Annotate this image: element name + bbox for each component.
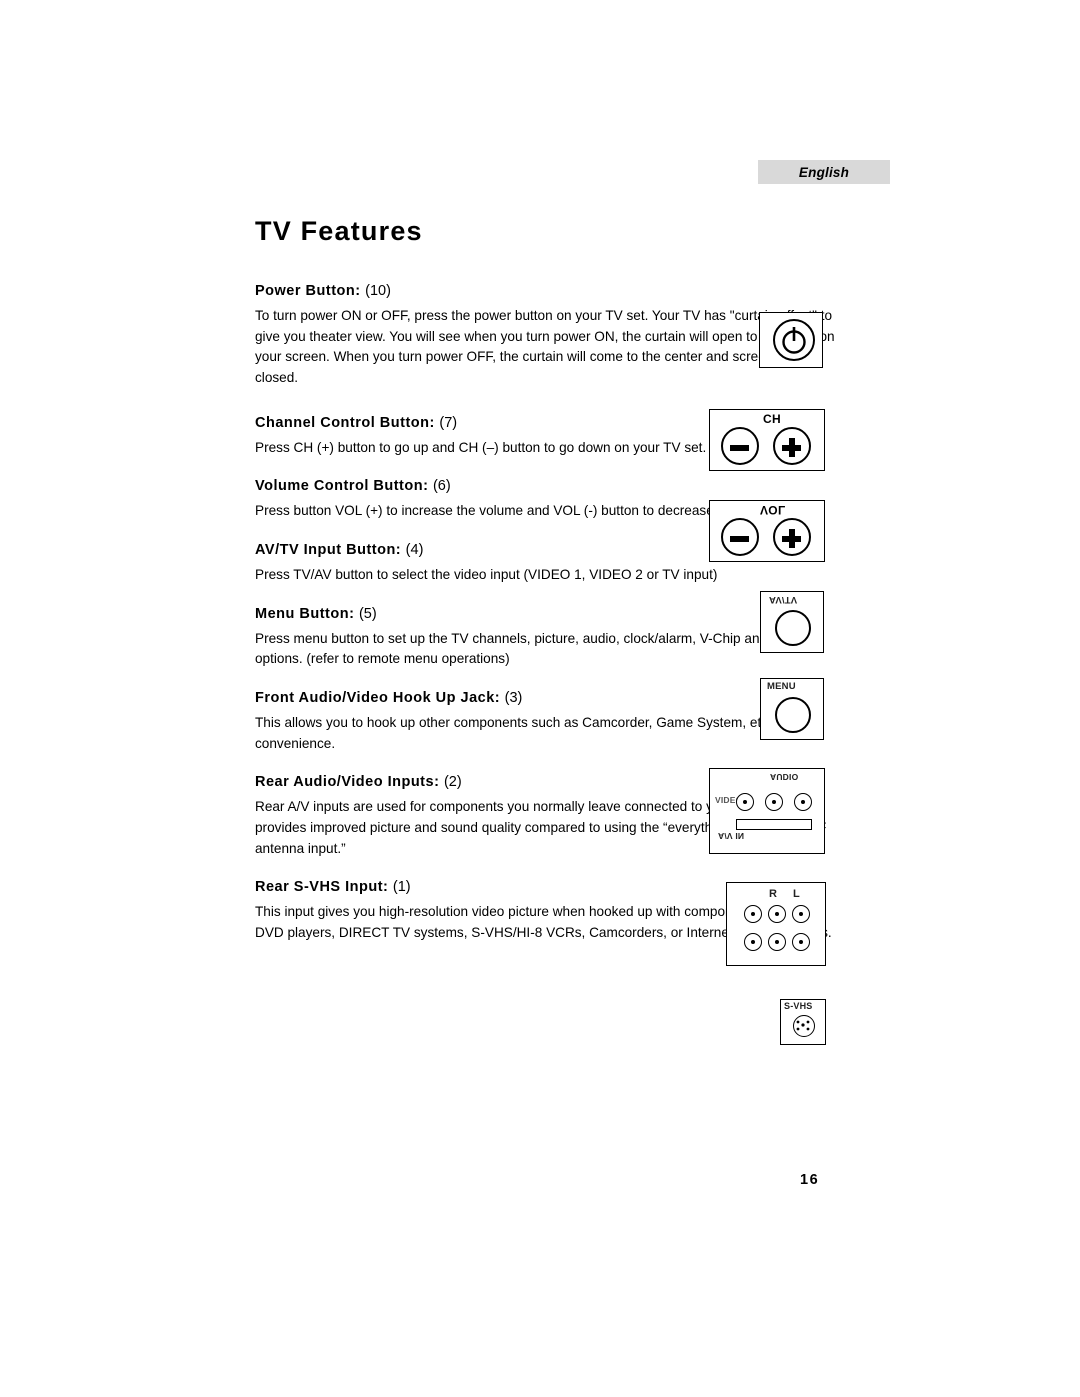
section-body: To turn power ON or OFF, press the power… <box>255 308 835 385</box>
avtv-figure-label: AV/TV <box>769 594 798 605</box>
figure-rear-av-inputs: R L <box>726 882 826 966</box>
channel-figure-label: CH <box>763 412 781 426</box>
av-tv-button-icon <box>775 610 811 646</box>
section-heading-number: (7) <box>439 414 458 431</box>
section-front-av-hookup-jack: Front Audio/Video Hook Up Jack: (3) This… <box>255 690 835 754</box>
channel-minus-button <box>721 427 759 465</box>
svhs-figure-label: S-VHS <box>784 1001 813 1011</box>
rear-av-label-r: R <box>769 888 778 900</box>
front-av-jack-video <box>736 793 754 811</box>
rear-av-jack-6 <box>792 933 810 951</box>
section-heading: Power Button: (10) <box>255 283 835 299</box>
language-tag: English <box>758 160 890 184</box>
rear-av-jack-4 <box>744 933 762 951</box>
volume-figure-label: VOL <box>760 503 786 517</box>
menu-button-icon <box>775 697 811 733</box>
section-heading-number: (2) <box>443 774 462 791</box>
section-body: This allows you to hook up other compone… <box>255 714 822 751</box>
page-number: 16 <box>800 1172 820 1188</box>
front-av-audio-label: AUDIO <box>770 772 799 782</box>
channel-plus-button <box>773 427 811 465</box>
section-heading: Menu Button: (5) <box>255 606 835 622</box>
volume-plus-button <box>773 518 811 556</box>
section-heading-text: Power Button: <box>255 283 361 299</box>
figure-volume-control: VOL <box>709 500 825 562</box>
section-heading: Front Audio/Video Hook Up Jack: (3) <box>255 690 835 706</box>
section-power-button: Power Button: (10) To turn power ON or O… <box>255 283 835 389</box>
rear-av-jack-5 <box>768 933 786 951</box>
menu-figure-label: MENU <box>767 681 796 692</box>
front-av-jack-audio-l <box>765 793 783 811</box>
section-body: Press menu button to set up the TV chann… <box>255 630 802 667</box>
section-heading-number: (3) <box>504 689 523 706</box>
page-title: TV Features <box>255 216 423 246</box>
section-heading-number: (4) <box>405 541 424 558</box>
section-heading-number: (10) <box>365 283 391 299</box>
section-heading-number: (1) <box>392 879 411 896</box>
figure-rear-svhs-input: S-VHS <box>780 999 826 1045</box>
rear-av-jack-2 <box>768 905 786 923</box>
rear-av-jack-1 <box>744 905 762 923</box>
figure-channel-control: CH <box>709 409 825 471</box>
section-heading-text: AV/TV Input Button: <box>255 541 402 558</box>
section-heading-number: (5) <box>358 605 377 622</box>
section-heading: Volume Control Button: (6) <box>255 478 835 494</box>
front-av-jack-audio-r <box>794 793 812 811</box>
section-heading-number: (6) <box>432 478 451 495</box>
section-heading-text: Rear Audio/Video Inputs: <box>255 774 440 791</box>
section-body: Press TV/AV button to select the video i… <box>255 566 718 582</box>
manual-page: English TV Features Power Button: (10) T… <box>0 0 1080 1397</box>
section-heading-text: Menu Button: <box>255 605 355 622</box>
section-menu-button: Menu Button: (5) Press menu button to se… <box>255 606 835 670</box>
section-heading-text: Channel Control Button: <box>255 414 435 431</box>
language-tag-label: English <box>798 164 850 180</box>
figure-menu-button: MENU <box>760 678 824 740</box>
power-button-icon <box>773 319 815 361</box>
section-heading-text: Rear S-VHS Input: <box>255 879 389 896</box>
section-heading-text: Front Audio/Video Hook Up Jack: <box>255 689 501 706</box>
figure-front-av-jack: AUDIO VIDEO A/V IN <box>709 768 825 854</box>
figure-av-tv-input: AV/TV <box>760 591 824 653</box>
front-av-panel-slot <box>736 819 812 830</box>
rear-av-label-l: L <box>793 888 800 900</box>
rear-av-jack-3 <box>792 905 810 923</box>
figure-power-button <box>759 312 823 368</box>
front-av-in-label: A/V IN <box>718 831 745 841</box>
svhs-connector-icon <box>793 1015 815 1037</box>
volume-minus-button <box>721 518 759 556</box>
section-heading-text: Volume Control Button: <box>255 478 429 495</box>
